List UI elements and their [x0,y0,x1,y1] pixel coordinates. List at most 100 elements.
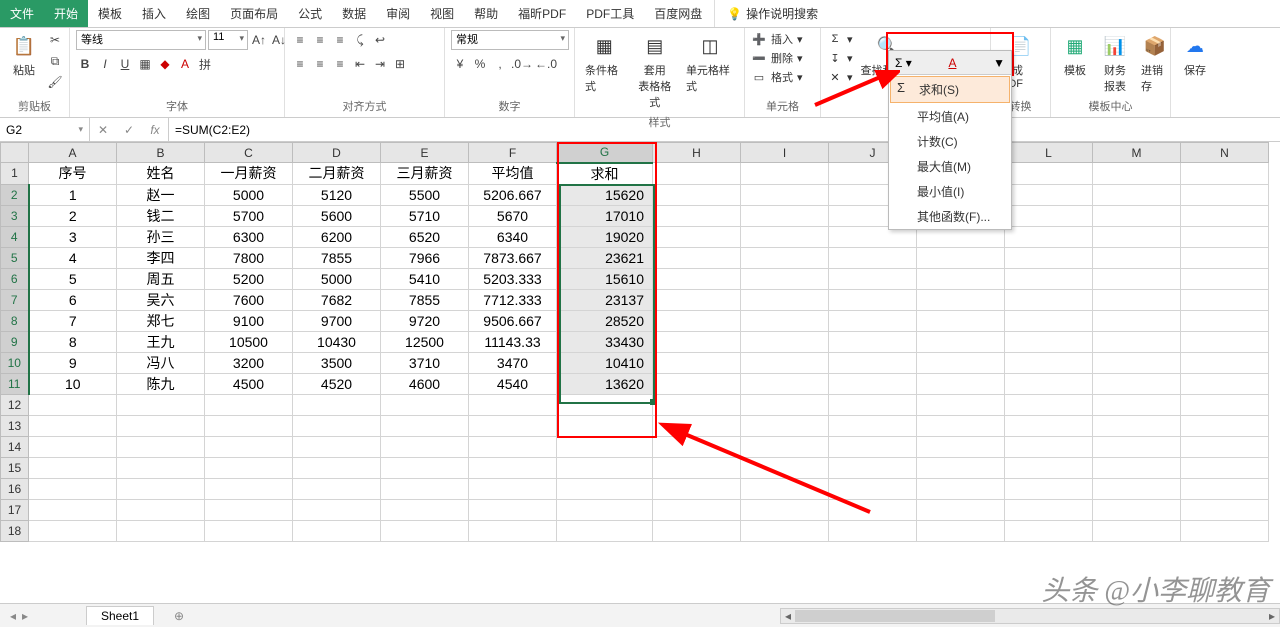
header-cell[interactable]: 三月薪资 [381,163,469,185]
sheet-tab-1[interactable]: Sheet1 [86,606,154,625]
delete-cells-button[interactable]: ➖删除 ▾ [751,49,803,67]
row-header-14[interactable]: 14 [1,436,29,457]
autosum-max[interactable]: 最大值(M) [889,154,1011,179]
tab-百度网盘[interactable]: 百度网盘 [644,0,712,27]
tab-页面布局[interactable]: 页面布局 [220,0,288,27]
indent-dec-icon[interactable]: ⇤ [351,54,369,74]
row-header-2[interactable]: 2 [1,184,29,205]
col-header-D[interactable]: D [293,143,381,163]
row-header-6[interactable]: 6 [1,268,29,289]
select-all-corner[interactable] [1,143,29,163]
col-header-B[interactable]: B [117,143,205,163]
header-cell[interactable]: 一月薪资 [205,163,293,185]
italic-button[interactable]: I [96,54,114,74]
fill-button[interactable]: ↧▾ [827,49,853,67]
template-button[interactable]: ▦模板 [1057,30,1093,80]
autosum-sum[interactable]: Σ求和(S) [890,76,1010,103]
row-header-11[interactable]: 11 [1,373,29,394]
align-left-icon[interactable]: ≡ [291,54,309,74]
col-header-C[interactable]: C [205,143,293,163]
paste-button[interactable]: 📋 粘贴 [6,30,42,80]
align-center-icon[interactable]: ≡ [311,54,329,74]
autosum-count[interactable]: 计数(C) [889,129,1011,154]
insert-cells-button[interactable]: ➕插入 ▾ [751,30,803,48]
row-header-16[interactable]: 16 [1,478,29,499]
tab-视图[interactable]: 视图 [420,0,464,27]
tab-帮助[interactable]: 帮助 [464,0,508,27]
scroll-right-icon[interactable]: ▸ [1265,609,1279,623]
col-header-H[interactable]: H [653,143,741,163]
orientation-icon[interactable]: ⤹ [351,30,369,50]
copy-icon[interactable]: ⧉ [46,51,64,71]
autosum-avg[interactable]: 平均值(A) [889,104,1011,129]
phonetic-icon[interactable]: 拼 [196,54,214,74]
format-painter-icon[interactable]: 🖌 [46,72,64,92]
sheet-nav-last-icon[interactable]: ▸ [22,609,28,623]
header-cell[interactable]: 平均值 [469,163,557,185]
align-middle-icon[interactable]: ≡ [311,30,329,50]
row-header-13[interactable]: 13 [1,415,29,436]
comma-icon[interactable]: , [491,54,509,74]
number-format-select[interactable]: 常规 [451,30,569,50]
align-top-icon[interactable]: ≡ [291,30,309,50]
row-header-7[interactable]: 7 [1,289,29,310]
tab-插入[interactable]: 插入 [132,0,176,27]
scroll-left-icon[interactable]: ◂ [781,609,795,623]
bold-button[interactable]: B [76,54,94,74]
row-header-10[interactable]: 10 [1,352,29,373]
font-color-icon[interactable]: A [176,54,194,74]
border-icon[interactable]: ▦ [136,54,154,74]
tab-数据[interactable]: 数据 [332,0,376,27]
add-sheet-button[interactable]: ⊕ [160,607,198,625]
cancel-formula-icon[interactable]: ✕ [90,123,116,137]
col-header-A[interactable]: A [29,143,117,163]
col-header-E[interactable]: E [381,143,469,163]
tab-开始[interactable]: 开始 [44,0,88,27]
tab-PDF工具[interactable]: PDF工具 [576,0,644,27]
row-header-17[interactable]: 17 [1,499,29,520]
conditional-format-button[interactable]: ▦条件格式 [581,30,627,96]
font-size-select[interactable]: 11 [208,30,248,50]
indent-inc-icon[interactable]: ⇥ [371,54,389,74]
cut-icon[interactable]: ✂ [46,30,64,50]
clear-button[interactable]: ✕▾ [827,68,853,86]
autosum-more[interactable]: 其他函数(F)... [889,204,1011,229]
cell-style-button[interactable]: ◫单元格样式 [682,30,738,96]
row-header-3[interactable]: 3 [1,205,29,226]
header-cell[interactable]: 姓名 [117,163,205,185]
underline-button[interactable]: U [116,54,134,74]
scroll-thumb[interactable] [795,610,995,622]
autosum-min[interactable]: 最小值(I) [889,179,1011,204]
tab-公式[interactable]: 公式 [288,0,332,27]
header-cell[interactable]: 序号 [29,163,117,185]
align-right-icon[interactable]: ≡ [331,54,349,74]
row-header-8[interactable]: 8 [1,310,29,331]
tab-绘图[interactable]: 绘图 [176,0,220,27]
tab-审阅[interactable]: 审阅 [376,0,420,27]
increase-font-icon[interactable]: A↑ [250,30,268,50]
row-header-15[interactable]: 15 [1,457,29,478]
percent-icon[interactable]: % [471,54,489,74]
sales-button[interactable]: 📦进销存 [1137,30,1173,96]
tab-模板[interactable]: 模板 [88,0,132,27]
align-bottom-icon[interactable]: ≡ [331,30,349,50]
merge-icon[interactable]: ⊞ [391,54,409,74]
confirm-formula-icon[interactable]: ✓ [116,123,142,137]
col-header-I[interactable]: I [741,143,829,163]
tab-福昕PDF[interactable]: 福昕PDF [508,0,576,27]
header-cell[interactable]: 二月薪资 [293,163,381,185]
col-header-L[interactable]: L [1005,143,1093,163]
header-cell[interactable]: 求和 [557,163,653,185]
format-cells-button[interactable]: ▭格式 ▾ [751,68,803,86]
dec-decimal-icon[interactable]: ←.0 [535,54,557,74]
search-hint[interactable]: 💡操作说明搜索 [717,0,828,27]
col-header-N[interactable]: N [1181,143,1269,163]
inc-decimal-icon[interactable]: .0→ [511,54,533,74]
wrap-text-icon[interactable]: ↩ [371,30,389,50]
currency-icon[interactable]: ¥ [451,54,469,74]
row-header-18[interactable]: 18 [1,520,29,541]
font-name-select[interactable]: 等线 [76,30,206,50]
row-header-1[interactable]: 1 [1,163,29,185]
row-header-5[interactable]: 5 [1,247,29,268]
row-header-9[interactable]: 9 [1,331,29,352]
